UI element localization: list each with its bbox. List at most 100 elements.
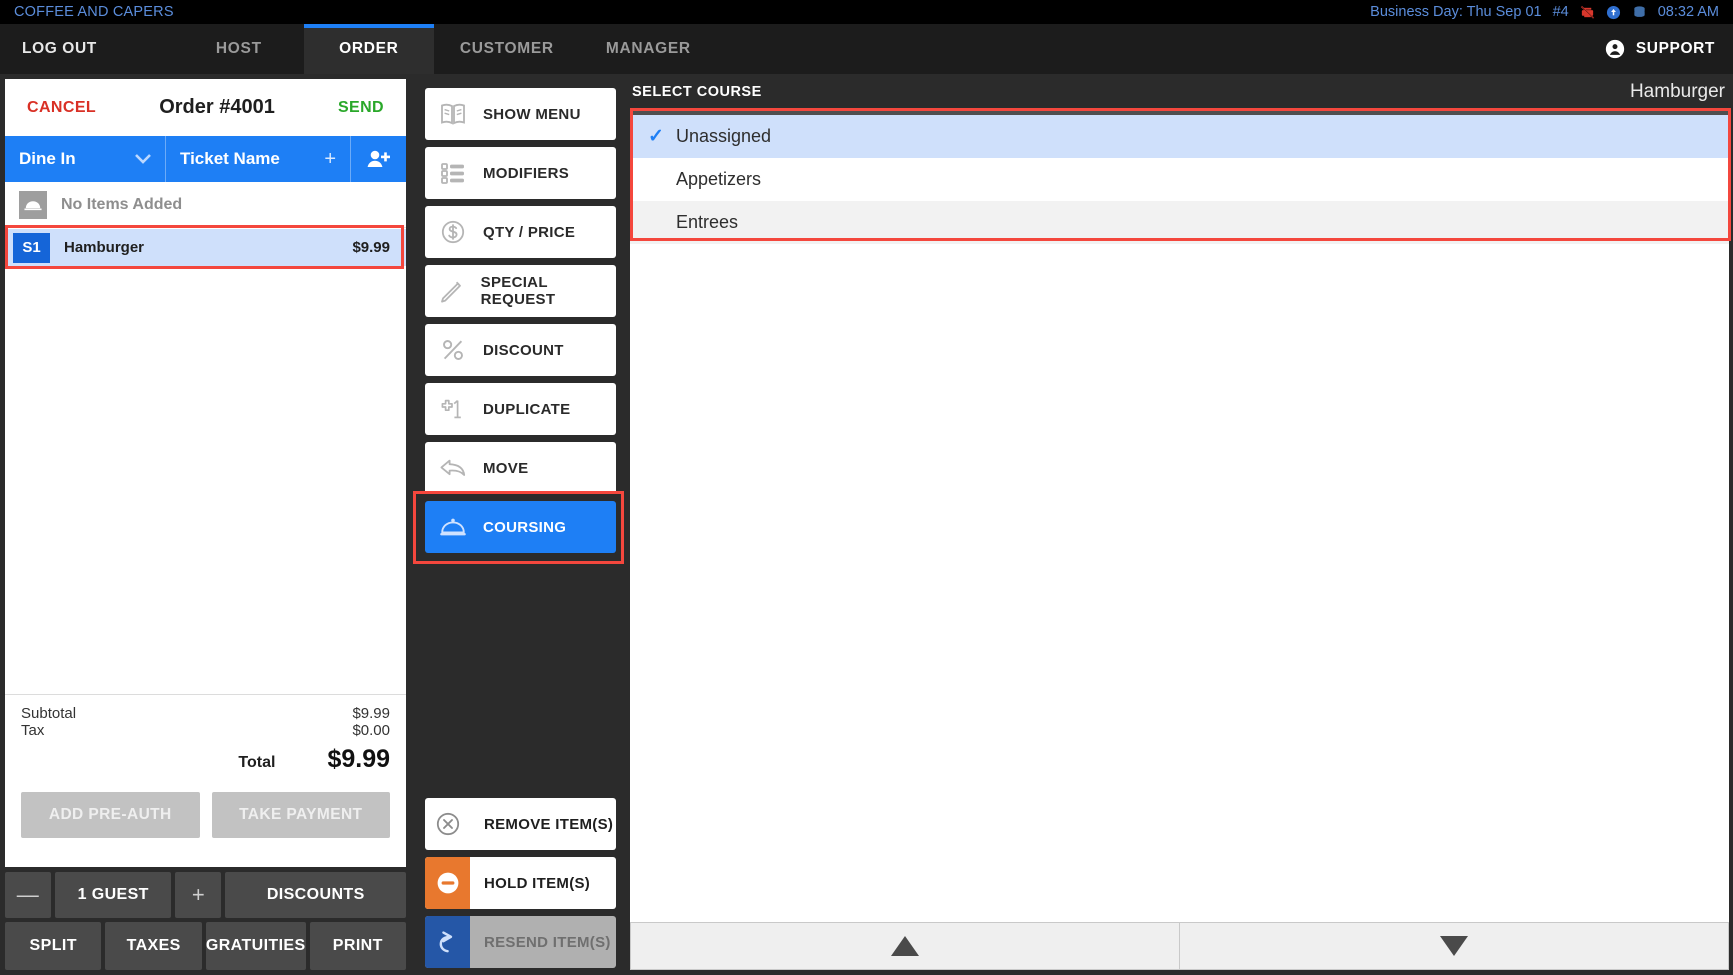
tab-customer[interactable]: CUSTOMER xyxy=(434,24,580,74)
tab-order[interactable]: ORDER xyxy=(304,24,434,74)
order-header: CANCEL Order #4001 SEND xyxy=(5,79,406,136)
course-option-label: Entrees xyxy=(676,212,738,233)
qty-price-label: QTY / PRICE xyxy=(483,224,575,241)
send-button[interactable]: SEND xyxy=(338,99,384,117)
coursing-button[interactable]: COURSING xyxy=(425,501,616,553)
action-button-column: SHOW MENU MODIFIERS QTY / PRICE SPECIAL … xyxy=(411,74,630,975)
sync-icon xyxy=(1606,5,1621,20)
take-payment-button[interactable]: TAKE PAYMENT xyxy=(212,792,391,838)
add-guest-button[interactable] xyxy=(350,136,406,182)
move-button[interactable]: MOVE xyxy=(425,442,616,494)
receipt-torn-edge xyxy=(5,854,406,867)
course-panel-header: SELECT COURSE Hamburger xyxy=(630,74,1733,110)
subtotal-value: $9.99 xyxy=(352,705,390,722)
coursing-label: COURSING xyxy=(483,519,566,536)
modifiers-button[interactable]: MODIFIERS xyxy=(425,147,616,199)
course-option-label: Appetizers xyxy=(676,169,761,190)
support-button[interactable]: SUPPORT xyxy=(1586,24,1733,74)
duplicate-icon xyxy=(437,396,469,422)
totals-section: Subtotal $9.99 Tax $0.00 Total $9.99 xyxy=(5,694,406,782)
tab-manager[interactable]: MANAGER xyxy=(580,24,717,74)
ticket-function-bar: SPLIT TAXES GRATUITIES PRINT xyxy=(0,918,411,975)
percent-icon xyxy=(437,337,469,363)
item-name: Hamburger xyxy=(64,239,144,256)
select-course-label: SELECT COURSE xyxy=(632,84,762,100)
cloche-icon xyxy=(437,516,469,538)
course-list-container: ✓ Unassigned Appetizers Entrees xyxy=(630,110,1729,922)
guest-count-label: 1 GUEST xyxy=(55,872,171,918)
discount-button[interactable]: DISCOUNT xyxy=(425,324,616,376)
user-circle-icon xyxy=(1604,38,1626,60)
subtotal-row: Subtotal $9.99 xyxy=(21,705,390,722)
ticket-paper: CANCEL Order #4001 SEND Dine In Ticket N… xyxy=(5,79,406,867)
action-column-spacer xyxy=(425,560,616,798)
chevron-down-icon xyxy=(135,154,151,164)
seat-badge: S1 xyxy=(13,233,50,263)
course-option-unassigned[interactable]: ✓ Unassigned xyxy=(630,115,1729,158)
scroll-down-arrow-icon xyxy=(1440,936,1468,956)
total-row: Total $9.99 xyxy=(21,745,390,774)
store-name: COFFEE AND CAPERS xyxy=(14,4,174,20)
order-type-dropdown[interactable]: Dine In xyxy=(5,136,165,182)
show-menu-label: SHOW MENU xyxy=(483,106,581,123)
gratuities-button[interactable]: GRATUITIES xyxy=(206,922,306,970)
modifiers-label: MODIFIERS xyxy=(483,165,569,182)
taxes-button[interactable]: TAXES xyxy=(105,922,201,970)
duplicate-button[interactable]: DUPLICATE xyxy=(425,383,616,435)
split-button[interactable]: SPLIT xyxy=(5,922,101,970)
scroll-down-button[interactable] xyxy=(1180,922,1729,970)
subtotal-label: Subtotal xyxy=(21,705,76,722)
add-ticket-name-icon[interactable]: + xyxy=(324,148,336,171)
duplicate-label: DUPLICATE xyxy=(483,401,570,418)
scroll-up-arrow-icon xyxy=(891,936,919,956)
hold-items-label: HOLD ITEM(S) xyxy=(470,857,616,909)
move-arrow-icon xyxy=(437,456,469,480)
discount-label: DISCOUNT xyxy=(483,342,564,359)
resend-arrow-icon xyxy=(425,916,470,968)
status-bar-right: Business Day: Thu Sep 01 #4 08:32 AM xyxy=(1370,4,1719,20)
items-empty-area xyxy=(5,266,406,694)
order-items-list: S1 Hamburger $9.99 xyxy=(5,228,406,266)
terminal-number: #4 xyxy=(1553,4,1569,20)
item-price: $9.99 xyxy=(352,239,390,256)
print-button[interactable]: PRINT xyxy=(310,922,406,970)
pos-app: COFFEE AND CAPERS Business Day: Thu Sep … xyxy=(0,0,1733,975)
move-label: MOVE xyxy=(483,460,528,477)
tax-label: Tax xyxy=(21,722,44,739)
no-items-icon xyxy=(19,191,47,219)
remove-items-button[interactable]: REMOVE ITEM(S) xyxy=(425,798,616,850)
payment-buttons: ADD PRE-AUTH TAKE PAYMENT xyxy=(5,782,406,854)
hold-items-button[interactable]: HOLD ITEM(S) xyxy=(425,857,616,909)
resend-items-button[interactable]: RESEND ITEM(S) xyxy=(425,916,616,968)
course-scroll-controls xyxy=(630,922,1729,970)
cancel-button[interactable]: CANCEL xyxy=(27,99,96,117)
order-meta-bar: Dine In Ticket Name + xyxy=(5,136,406,182)
remove-items-label: REMOVE ITEM(S) xyxy=(470,798,616,850)
add-pre-auth-button[interactable]: ADD PRE-AUTH xyxy=(21,792,200,838)
circle-x-icon xyxy=(425,798,470,850)
ticket-name-input[interactable]: Ticket Name + xyxy=(165,136,350,182)
course-option-appetizers[interactable]: Appetizers xyxy=(630,158,1729,201)
ticket-name-placeholder: Ticket Name xyxy=(180,149,280,169)
table-row[interactable]: S1 Hamburger $9.99 xyxy=(5,228,406,266)
logout-button[interactable]: LOG OUT xyxy=(0,24,119,74)
support-label: SUPPORT xyxy=(1636,40,1715,58)
discounts-button[interactable]: DISCOUNTS xyxy=(225,872,406,918)
course-option-entrees[interactable]: Entrees xyxy=(630,201,1729,244)
current-time: 08:32 AM xyxy=(1658,4,1719,20)
show-menu-button[interactable]: SHOW MENU xyxy=(425,88,616,140)
pencil-icon xyxy=(437,278,467,304)
decrease-guest-button[interactable]: — xyxy=(5,872,51,918)
qty-price-button[interactable]: QTY / PRICE xyxy=(425,206,616,258)
circle-minus-icon xyxy=(425,857,470,909)
no-items-label: No Items Added xyxy=(61,196,182,214)
ticket-panel: CANCEL Order #4001 SEND Dine In Ticket N… xyxy=(0,74,411,975)
database-icon xyxy=(1632,5,1647,20)
increase-guest-button[interactable]: + xyxy=(175,872,221,918)
special-request-button[interactable]: SPECIAL REQUEST xyxy=(425,265,616,317)
scroll-up-button[interactable] xyxy=(630,922,1180,970)
list-icon xyxy=(437,161,469,185)
nav-tabs: HOST ORDER CUSTOMER MANAGER xyxy=(174,24,717,74)
status-bar: COFFEE AND CAPERS Business Day: Thu Sep … xyxy=(0,0,1733,24)
tab-host[interactable]: HOST xyxy=(174,24,304,74)
